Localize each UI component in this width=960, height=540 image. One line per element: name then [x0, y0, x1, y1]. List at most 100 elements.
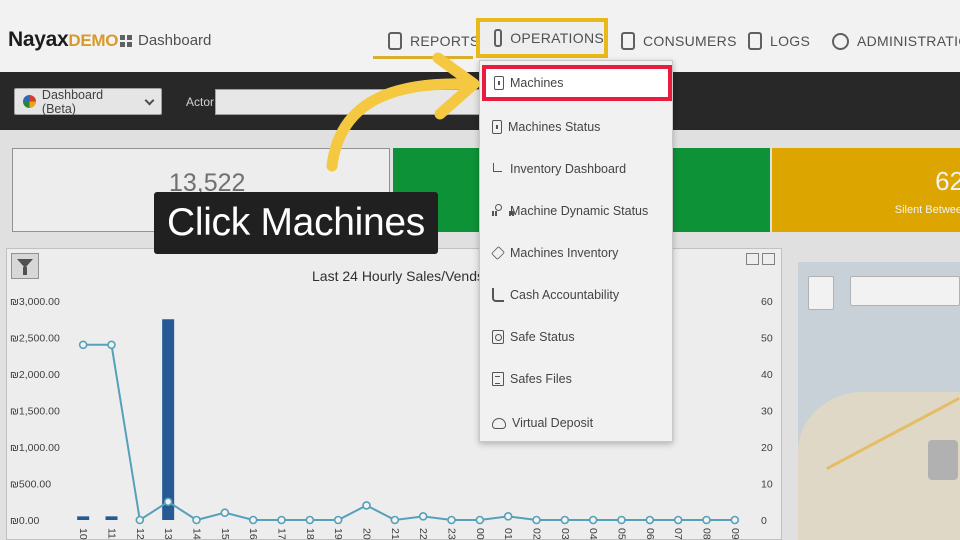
x-tick-label: 03: [559, 528, 571, 540]
nav-administration-label: ADMINISTRATION: [857, 33, 960, 49]
machine-icon: [494, 76, 504, 90]
operations-dropdown: Machines Machines Status Inventory Dashboa…: [479, 60, 673, 442]
y-left-tick-label: ₪0.00: [10, 515, 40, 527]
vends-point: [333, 515, 343, 525]
vends-point: [673, 515, 683, 525]
y-left-tick-label: ₪1,500.00: [10, 406, 60, 418]
vends-point: [617, 515, 626, 525]
x-tick-label: 19: [332, 528, 344, 540]
grid-icon: [120, 34, 132, 47]
menu-item-machine-dynamic-status[interactable]: Machine Dynamic Status: [480, 191, 674, 231]
breadcrumb-label: Dashboard: [138, 32, 212, 49]
y-right-tick-label: 30: [761, 406, 773, 418]
x-tick-label: 07: [672, 528, 684, 540]
nav-consumers-label: CONSUMERS: [643, 33, 737, 49]
kpi-silent-label: Silent Betwee: [894, 204, 960, 216]
menu-item-label: Safe Status: [510, 330, 575, 344]
vends-point: [532, 515, 541, 525]
vends-point: [503, 512, 513, 521]
tutorial-callout: Click Machines: [154, 192, 438, 254]
dashboard-select[interactable]: Dashboard (Beta): [14, 88, 162, 116]
x-tick-label: 18: [304, 528, 316, 540]
x-tick-label: 21: [389, 528, 401, 540]
actor-label: Actor: [186, 95, 215, 109]
menu-item-label: Machine Dynamic Status: [510, 204, 649, 218]
menu-item-machines-inventory[interactable]: Machines Inventory: [480, 233, 674, 273]
x-tick-label: 05: [616, 528, 628, 540]
x-tick-label: 22: [417, 528, 429, 540]
layers-icon: [491, 246, 505, 260]
brand-name: Nayax: [8, 28, 69, 51]
menu-item-inventory-dashboard[interactable]: Inventory Dashboard: [480, 149, 674, 189]
map-type-control[interactable]: [850, 276, 960, 306]
vends-point: [362, 501, 371, 510]
map-marker-icon[interactable]: [928, 440, 958, 480]
y-left-tick-label: ₪2,000.00: [10, 369, 60, 381]
vends-point: [78, 340, 88, 350]
y-right-tick-label: 0: [761, 515, 767, 527]
actor-input[interactable]: [215, 89, 480, 115]
user-card-icon: [621, 32, 635, 50]
breadcrumb[interactable]: Dashboard: [120, 32, 211, 49]
menu-item-label: Machines Inventory: [510, 246, 619, 260]
nav-reports[interactable]: REPORTS: [388, 26, 480, 56]
menu-item-machines[interactable]: Machines: [482, 65, 672, 101]
vends-point: [277, 515, 286, 525]
gear-icon: [832, 32, 849, 50]
x-tick-label: 17: [276, 528, 288, 540]
sales-bar: [77, 516, 90, 520]
nodes-icon: [492, 204, 514, 218]
y-left-tick-label: ₪3,000.00: [10, 296, 60, 308]
nav-administration[interactable]: ADMINISTRATION: [832, 26, 960, 56]
kpi-tile-silent[interactable]: 62 Silent Betwee: [772, 148, 960, 232]
vends-point: [447, 515, 456, 525]
vends-point: [645, 515, 655, 525]
x-tick-label: 23: [446, 528, 458, 540]
menu-item-label: Cash Accountability: [510, 288, 620, 302]
vends-point: [220, 508, 230, 518]
machine-icon: [492, 120, 502, 134]
menu-item-label: Virtual Deposit: [512, 416, 594, 430]
files-icon: [492, 372, 504, 386]
x-tick-label: 14: [191, 528, 203, 540]
vends-point: [248, 515, 258, 525]
menu-item-machines-status[interactable]: Machines Status: [480, 107, 674, 147]
map-zoom-control[interactable]: [808, 276, 834, 310]
y-left-tick-label: ₪1,000.00: [10, 442, 60, 454]
x-tick-label: 10: [77, 528, 89, 540]
chevron-down-icon: [144, 95, 155, 105]
x-tick-label: 06: [644, 528, 656, 540]
map-panel[interactable]: [798, 262, 960, 540]
hand-cash-icon: [492, 288, 504, 302]
menu-item-safes-files[interactable]: Safes Files: [480, 359, 674, 399]
nav-logs-label: LOGS: [770, 33, 811, 49]
menu-item-cash-accountability[interactable]: Cash Accountability: [480, 275, 674, 315]
brand-suffix: DEMO: [68, 31, 119, 50]
menu-item-label: Inventory Dashboard: [510, 162, 627, 176]
nav-reports-label: REPORTS: [410, 33, 480, 49]
machine-icon: [494, 29, 503, 47]
x-tick-label: 08: [701, 528, 713, 540]
menu-item-safe-status[interactable]: Safe Status: [480, 317, 674, 357]
x-tick-label: 09: [729, 528, 741, 540]
document-icon: [388, 32, 402, 50]
menu-item-label: Safes Files: [510, 372, 572, 386]
nav-logs[interactable]: LOGS: [748, 26, 810, 56]
x-tick-label: 16: [247, 528, 259, 540]
nav-consumers[interactable]: CONSUMERS: [621, 26, 737, 56]
sales-bar: [162, 319, 175, 520]
x-tick-label: 12: [134, 528, 146, 540]
vends-point: [560, 515, 570, 525]
vends-point: [475, 515, 485, 525]
x-tick-label: 04: [587, 528, 599, 540]
menu-item-virtual-deposit[interactable]: Virtual Deposit: [480, 403, 674, 443]
vends-point: [135, 515, 145, 525]
y-left-tick-label: ₪500.00: [10, 479, 51, 491]
x-tick-label: 20: [361, 528, 373, 540]
nav-operations[interactable]: OPERATIONS: [476, 18, 608, 58]
vends-point: [305, 515, 315, 525]
active-tab-underline: [373, 56, 473, 59]
nayax-logo[interactable]: NayaxDEMO: [8, 28, 119, 52]
vends-point: [163, 497, 173, 507]
pie-chart-icon: [23, 95, 36, 108]
